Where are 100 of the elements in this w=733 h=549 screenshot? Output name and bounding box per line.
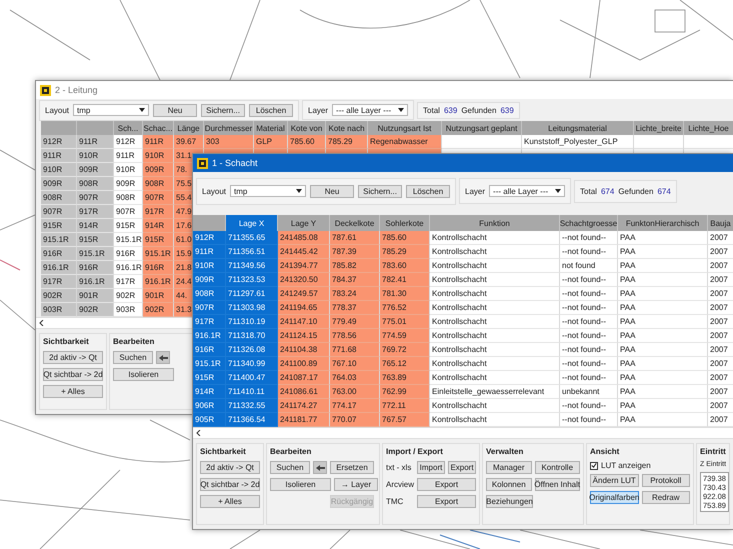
- column-header[interactable]: Lichte_Hoe: [684, 121, 733, 135]
- column-header[interactable]: Material: [254, 121, 288, 135]
- layout-dropdown[interactable]: tmp: [230, 185, 306, 197]
- tool-button[interactable]: Suchen: [113, 351, 153, 364]
- row-header[interactable]: 914R: [77, 219, 114, 233]
- tool-button[interactable]: Import: [417, 461, 445, 474]
- row-header[interactable]: 910R: [77, 149, 114, 163]
- toolbar-button[interactable]: Löschen: [249, 104, 294, 116]
- tool-button[interactable]: 2d aktiv -> Qt: [43, 351, 103, 364]
- column-header[interactable]: Kote nach: [326, 121, 368, 135]
- row-header[interactable]: 908R: [41, 191, 77, 205]
- row-header[interactable]: 907R: [41, 205, 77, 219]
- column-header[interactable]: Schachtgroesse: [560, 215, 618, 231]
- row-header[interactable]: 915R: [41, 219, 77, 233]
- tool-button[interactable]: Beziehungen: [486, 495, 533, 508]
- row-header[interactable]: 912R: [41, 135, 77, 149]
- column-header[interactable]: Sohlerkote: [380, 215, 430, 231]
- tool-button[interactable]: Redraw: [642, 491, 690, 504]
- row-header[interactable]: 902R: [41, 289, 77, 303]
- scroll-left-icon[interactable]: [39, 320, 44, 326]
- row-header[interactable]: 903R: [41, 303, 77, 317]
- toolbar-button[interactable]: Neu: [153, 104, 198, 116]
- column-header[interactable]: Lichte_breite: [634, 121, 684, 135]
- tool-button[interactable]: + Alles: [200, 495, 260, 508]
- tool-button[interactable]: Ersetzen: [330, 461, 374, 474]
- column-header[interactable]: Länge: [174, 121, 204, 135]
- tool-button[interactable]: Isolieren: [113, 368, 174, 381]
- scroll-left-icon[interactable]: [196, 430, 201, 436]
- column-header[interactable]: Deckelkote: [330, 215, 380, 231]
- tool-button[interactable]: Qt sichtbar -> 2d: [43, 368, 103, 381]
- tool-button[interactable]: Isolieren: [270, 478, 331, 491]
- toolbar-button[interactable]: Löschen: [406, 184, 450, 198]
- tool-button[interactable]: → Layer: [334, 478, 378, 491]
- row-header[interactable]: 916.1R: [41, 261, 77, 275]
- column-header[interactable]: Funktion: [430, 215, 560, 231]
- row-header[interactable]: 911R: [193, 245, 226, 259]
- row-header[interactable]: 916R: [193, 343, 226, 357]
- row-header[interactable]: 909R: [41, 177, 77, 191]
- row-header[interactable]: 910R: [41, 163, 77, 177]
- row-header[interactable]: 907R: [77, 191, 114, 205]
- toolbar-button[interactable]: Sichern...: [358, 184, 402, 198]
- row-header[interactable]: 916R: [41, 247, 77, 261]
- column-header[interactable]: Bauja: [708, 215, 733, 231]
- checkbox[interactable]: [590, 462, 598, 470]
- row-header[interactable]: 902R: [77, 303, 114, 317]
- toolbar-button[interactable]: Sichern...: [201, 104, 246, 116]
- column-header[interactable]: Durchmesser: [204, 121, 254, 135]
- row-header[interactable]: 911R: [41, 149, 77, 163]
- row-header[interactable]: 910R: [193, 259, 226, 273]
- column-header[interactable]: Schac...: [143, 121, 174, 135]
- row-header[interactable]: 915R: [77, 233, 114, 247]
- tool-button[interactable]: Export: [448, 461, 476, 474]
- column-header[interactable]: Sch...: [114, 121, 143, 135]
- row-header[interactable]: 916.1R: [77, 275, 114, 289]
- layout-dropdown[interactable]: tmp: [73, 104, 150, 116]
- tool-button[interactable]: Qt sichtbar -> 2d: [200, 478, 260, 491]
- row-header[interactable]: 917R: [77, 205, 114, 219]
- tool-button[interactable]: Export: [417, 478, 476, 491]
- row-header[interactable]: 917R: [193, 315, 226, 329]
- row-header[interactable]: 917R: [41, 275, 77, 289]
- row-header[interactable]: 907R: [193, 301, 226, 315]
- tool-button[interactable]: Export: [417, 495, 476, 508]
- row-header[interactable]: 906R: [193, 399, 226, 413]
- column-header[interactable]: Kote von: [288, 121, 326, 135]
- column-header[interactable]: Lage Y: [278, 215, 330, 231]
- row-header[interactable]: 915R: [193, 371, 226, 385]
- row-header[interactable]: 909R: [193, 273, 226, 287]
- column-header[interactable]: Lage X: [226, 215, 278, 231]
- row-header[interactable]: 908R: [77, 177, 114, 191]
- tool-button[interactable]: Kontrolle: [534, 461, 580, 474]
- row-header[interactable]: 916R: [77, 261, 114, 275]
- column-header[interactable]: FunktonHierarchisch: [618, 215, 708, 231]
- tool-button[interactable]: Ändern LUT: [590, 474, 638, 487]
- layer-dropdown[interactable]: --- alle Layer ---: [332, 104, 408, 116]
- row-header[interactable]: 912R: [193, 231, 226, 245]
- tool-button[interactable]: Protokoll: [642, 474, 690, 487]
- tool-button[interactable]: Suchen: [270, 461, 310, 474]
- tool-button[interactable]: Kolonnen: [486, 478, 532, 491]
- row-header[interactable]: 916.1R: [193, 329, 226, 343]
- row-header[interactable]: 915.1R: [193, 357, 226, 371]
- column-header[interactable]: Leitungsmaterial: [522, 121, 634, 135]
- horizontal-scrollbar[interactable]: [193, 427, 733, 439]
- tool-button[interactable]: 2d aktiv -> Qt: [200, 461, 260, 474]
- layer-dropdown[interactable]: --- alle Layer ---: [489, 185, 566, 197]
- row-header[interactable]: 905R: [193, 413, 226, 427]
- tool-button[interactable]: + Alles: [43, 385, 103, 398]
- arrow-button[interactable]: [313, 461, 327, 474]
- row-header[interactable]: 911R: [77, 135, 114, 149]
- row-header[interactable]: 909R: [77, 163, 114, 177]
- toolbar-button[interactable]: Neu: [310, 184, 354, 198]
- tool-button[interactable]: Manager: [486, 461, 532, 474]
- column-header[interactable]: Nutzungsart Ist: [368, 121, 442, 135]
- row-header[interactable]: 915.1R: [77, 247, 114, 261]
- tool-button[interactable]: Öffnen Inhalt: [534, 478, 580, 491]
- arrow-button[interactable]: [156, 351, 170, 364]
- row-header[interactable]: 908R: [193, 287, 226, 301]
- row-header[interactable]: 901R: [77, 289, 114, 303]
- column-header[interactable]: Nutzungsart geplant: [442, 121, 522, 135]
- row-header[interactable]: 915.1R: [41, 233, 77, 247]
- row-header[interactable]: 914R: [193, 385, 226, 399]
